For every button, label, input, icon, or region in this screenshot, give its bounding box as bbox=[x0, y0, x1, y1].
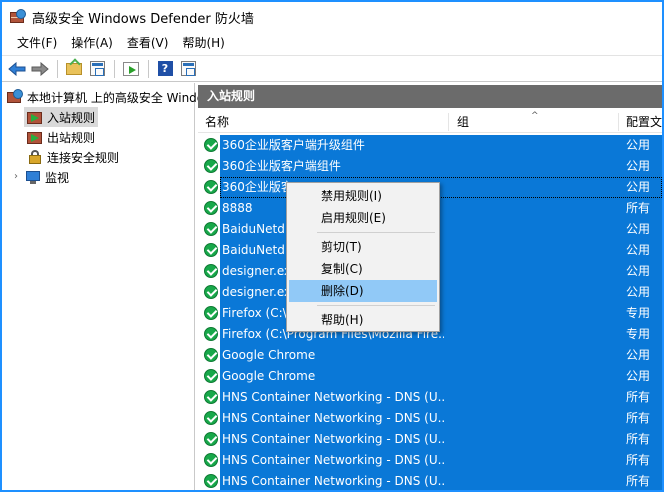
export-list-button[interactable] bbox=[120, 58, 142, 80]
enabled-check-icon bbox=[204, 369, 218, 383]
enabled-check-icon bbox=[204, 201, 218, 215]
enabled-check-icon bbox=[204, 285, 218, 299]
table-row[interactable]: 360企业版客户端组件 公用 bbox=[198, 156, 662, 177]
menu-bar: 文件(F) 操作(A) 查看(V) 帮助(H) bbox=[2, 32, 662, 54]
enabled-check-icon bbox=[204, 474, 218, 488]
enabled-check-icon bbox=[204, 327, 218, 341]
pane-header: 入站规则 bbox=[198, 85, 662, 108]
column-divider[interactable] bbox=[448, 113, 449, 131]
app-window: 高级安全 Windows Defender 防火墙 文件(F) 操作(A) 查看… bbox=[0, 0, 664, 492]
console-tree: 本地计算机 上的高级安全 Windows Defender 防火墙 入站规则 出… bbox=[2, 83, 320, 490]
enabled-check-icon bbox=[204, 138, 218, 152]
tree-item-label: 监视 bbox=[45, 170, 70, 185]
menu-item-disable-rule[interactable]: 禁用规则(I) bbox=[289, 185, 437, 207]
table-row[interactable]: HNS Container Networking - DNS (U... 所有 bbox=[198, 429, 662, 450]
menu-help[interactable]: 帮助(H) bbox=[175, 32, 231, 54]
column-name[interactable]: 名称 bbox=[198, 111, 229, 133]
enabled-check-icon bbox=[204, 390, 218, 404]
firewall-icon bbox=[7, 89, 23, 105]
menu-item-help[interactable]: 帮助(H) bbox=[289, 309, 437, 331]
back-arrow-icon bbox=[8, 61, 26, 76]
enabled-check-icon bbox=[204, 159, 218, 173]
column-profile[interactable]: 配置文 bbox=[619, 111, 662, 133]
menu-separator bbox=[317, 305, 435, 306]
action-pane-icon bbox=[180, 61, 196, 76]
help-icon: ? bbox=[157, 61, 173, 76]
outbound-rule-icon bbox=[27, 129, 43, 145]
toolbar-separator bbox=[57, 59, 58, 78]
enabled-check-icon bbox=[204, 411, 218, 425]
console-tree-icon bbox=[89, 61, 105, 76]
connection-security-icon bbox=[27, 149, 43, 165]
help-button[interactable]: ? bbox=[154, 58, 176, 80]
folder-up-icon bbox=[66, 62, 82, 75]
window-title: 高级安全 Windows Defender 防火墙 bbox=[32, 11, 254, 27]
enabled-check-icon bbox=[204, 243, 218, 257]
tree-item-label: 出站规则 bbox=[47, 130, 96, 145]
menu-item-copy[interactable]: 复制(C) bbox=[289, 258, 437, 280]
tree-item-monitoring[interactable]: › 监视 bbox=[11, 167, 69, 187]
back-button[interactable] bbox=[6, 58, 28, 80]
enabled-check-icon bbox=[204, 432, 218, 446]
show-hide-tree-button[interactable] bbox=[86, 58, 108, 80]
toolbar-separator bbox=[114, 59, 115, 78]
title-bar: 高级安全 Windows Defender 防火墙 bbox=[2, 2, 662, 32]
forward-arrow-icon bbox=[31, 61, 49, 76]
menu-item-cut[interactable]: 剪切(T) bbox=[289, 236, 437, 258]
monitor-icon bbox=[25, 169, 41, 185]
table-row[interactable]: HNS Container Networking - DNS (U... 所有 bbox=[198, 387, 662, 408]
table-row[interactable]: Google Chrome 公用 bbox=[198, 345, 662, 366]
sort-ascending-icon: ^ bbox=[531, 111, 539, 121]
tree-item-label: 入站规则 bbox=[47, 110, 96, 125]
show-hide-action-pane-button[interactable] bbox=[177, 58, 199, 80]
chevron-right-icon[interactable]: › bbox=[11, 172, 21, 182]
context-menu: 禁用规则(I) 启用规则(E) 剪切(T) 复制(C) 删除(D) 帮助(H) bbox=[286, 182, 440, 332]
column-group[interactable]: 组 bbox=[450, 111, 469, 133]
tree-item-outbound-rules[interactable]: 出站规则 bbox=[27, 127, 95, 147]
export-icon bbox=[123, 61, 139, 76]
menu-item-delete[interactable]: 删除(D) bbox=[289, 280, 437, 302]
enabled-check-icon bbox=[204, 453, 218, 467]
table-row[interactable]: HNS Container Networking - DNS (U... 所有 bbox=[198, 471, 662, 490]
column-header-row: 名称 组 ^ 配置文 bbox=[198, 111, 662, 133]
table-row[interactable]: 360企业版客户端升级组件 公用 bbox=[198, 135, 662, 156]
enabled-check-icon bbox=[204, 306, 218, 320]
menu-action[interactable]: 操作(A) bbox=[64, 32, 120, 54]
toolbar-separator bbox=[148, 59, 149, 78]
menu-item-enable-rule[interactable]: 启用规则(E) bbox=[289, 207, 437, 229]
table-row[interactable]: HNS Container Networking - DNS (U... 所有 bbox=[198, 450, 662, 471]
forward-button[interactable] bbox=[29, 58, 51, 80]
up-folder-button[interactable] bbox=[63, 58, 85, 80]
enabled-check-icon bbox=[204, 348, 218, 362]
menu-file[interactable]: 文件(F) bbox=[10, 32, 64, 54]
tree-item-connection-security[interactable]: 连接安全规则 bbox=[27, 147, 119, 167]
menu-view[interactable]: 查看(V) bbox=[120, 32, 176, 54]
enabled-check-icon bbox=[204, 264, 218, 278]
tree-item-label: 连接安全规则 bbox=[47, 150, 120, 165]
firewall-app-icon bbox=[10, 9, 26, 25]
enabled-check-icon bbox=[204, 222, 218, 236]
toolbar: ? bbox=[2, 55, 662, 82]
tree-item-inbound-rules[interactable]: 入站规则 bbox=[24, 107, 99, 127]
table-row[interactable]: HNS Container Networking - DNS (U... 所有 bbox=[198, 408, 662, 429]
enabled-check-icon bbox=[204, 180, 218, 194]
table-row[interactable]: Google Chrome 公用 bbox=[198, 366, 662, 387]
inbound-rule-icon bbox=[27, 109, 43, 125]
menu-separator bbox=[317, 232, 435, 233]
